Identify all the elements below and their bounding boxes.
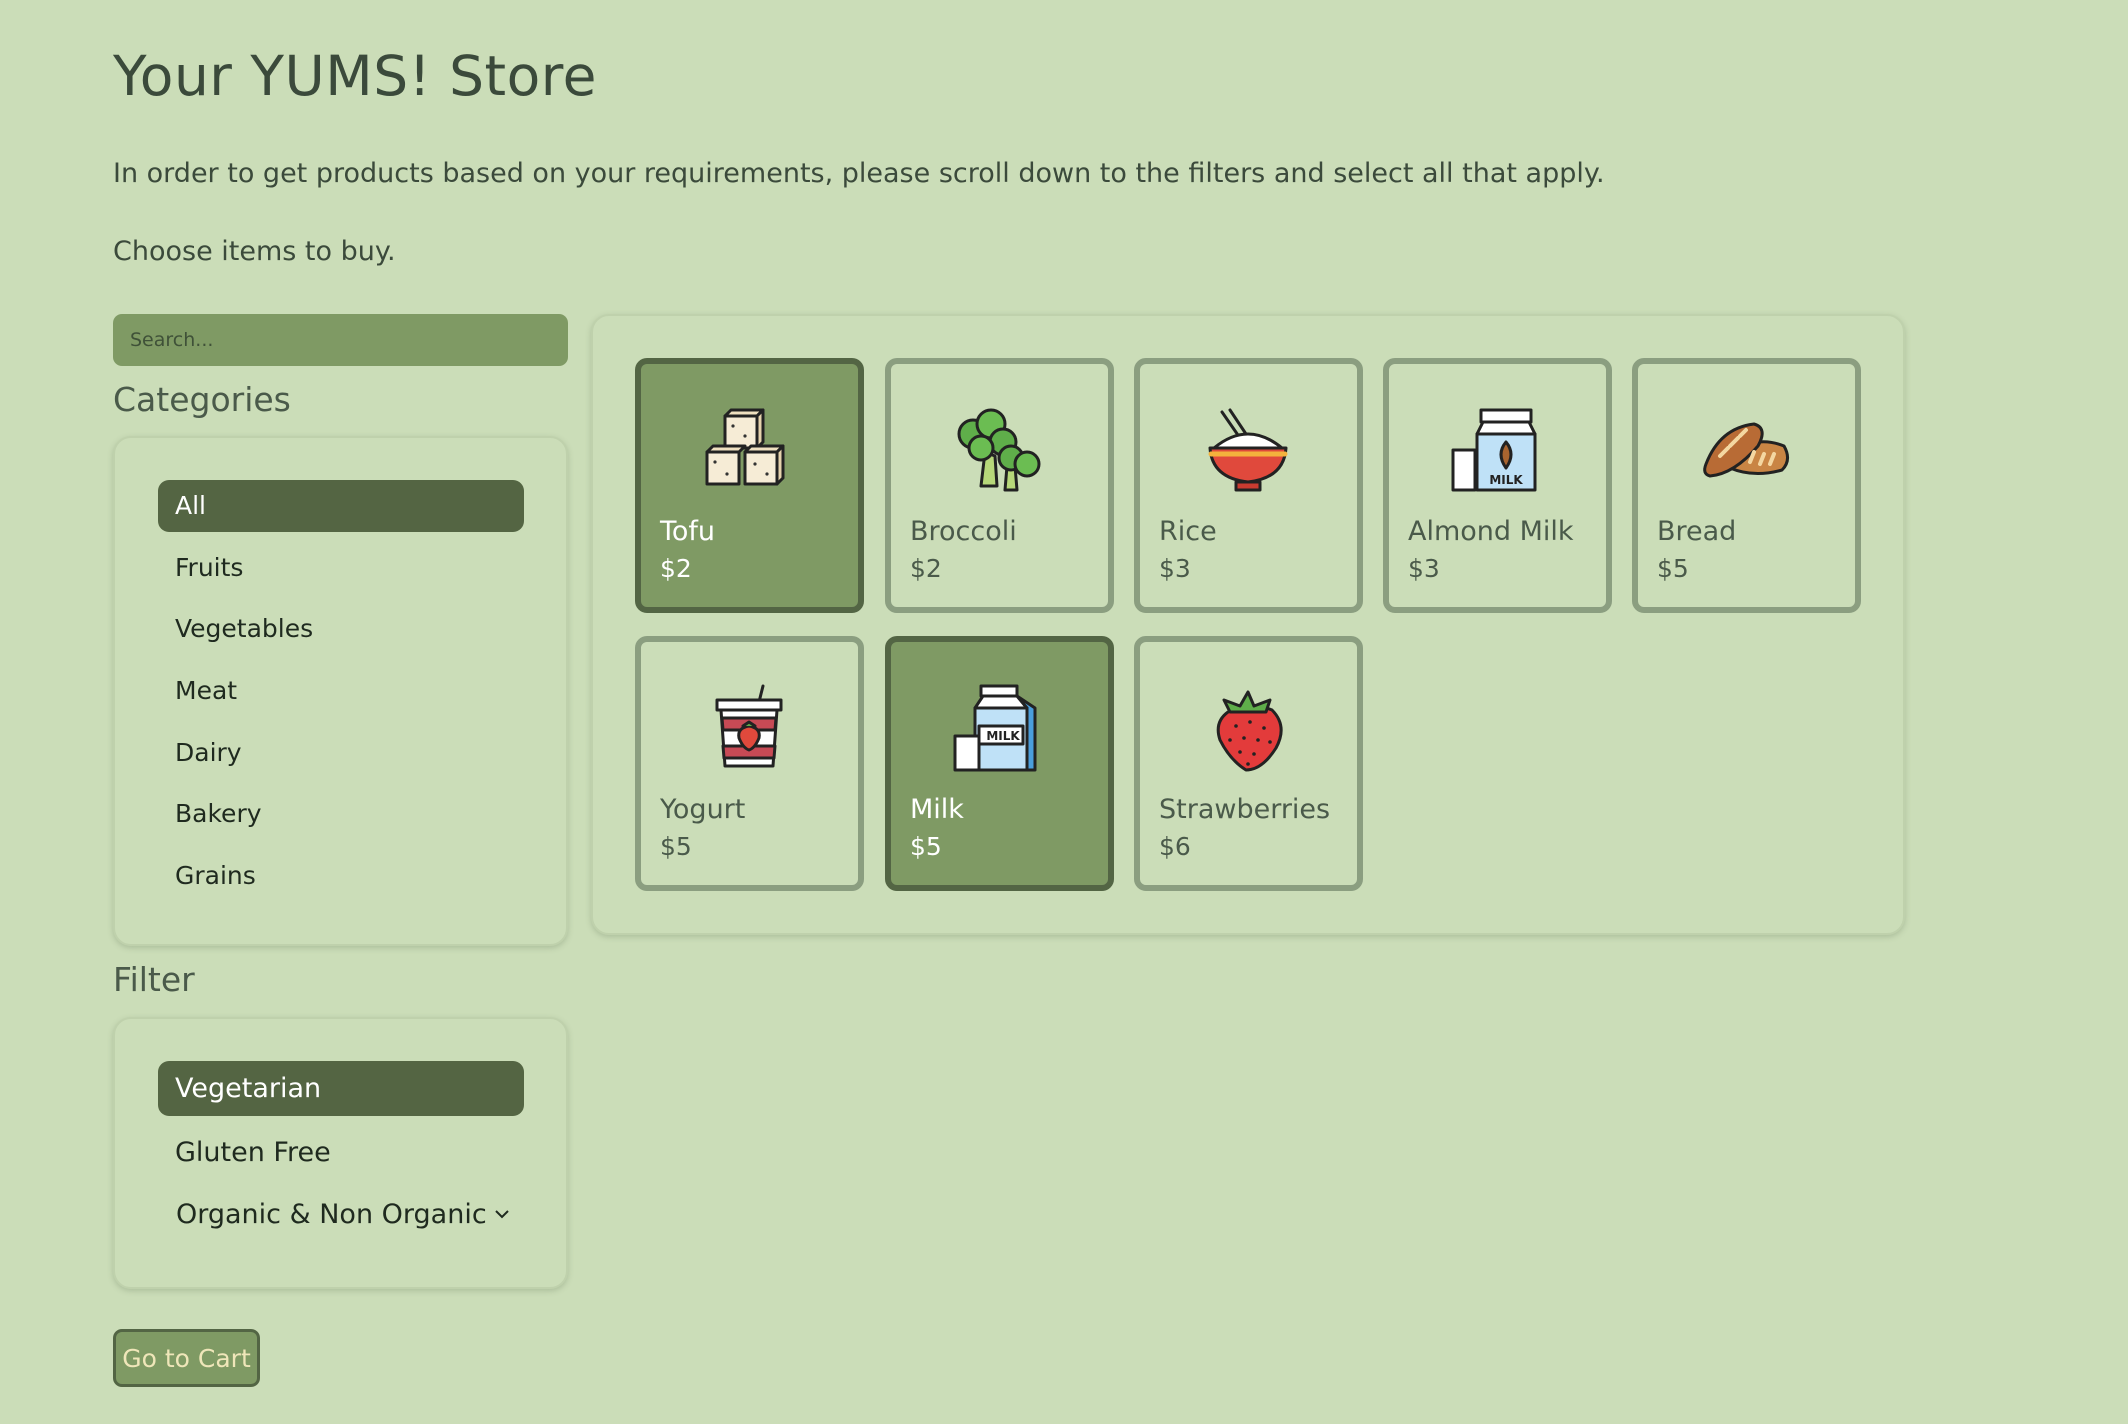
product-price: $3: [1408, 554, 1440, 583]
product-card-rice[interactable]: Rice $3: [1134, 358, 1363, 613]
product-price: $2: [660, 554, 692, 583]
chevron-down-icon: [495, 1210, 509, 1219]
choose-text: Choose items to buy.: [113, 236, 396, 267]
category-item-meat[interactable]: Meat: [158, 665, 524, 717]
product-name: Broccoli: [910, 516, 1017, 547]
organic-select[interactable]: Organic & Non Organic: [162, 1189, 512, 1239]
product-price: $3: [1159, 554, 1191, 583]
go-to-cart-button[interactable]: Go to Cart: [113, 1329, 260, 1387]
svg-text:MILK: MILK: [1489, 473, 1523, 487]
product-card-milk[interactable]: MILK Milk $5: [885, 636, 1114, 891]
intro-text: In order to get products based on your r…: [113, 158, 1605, 189]
store-page: Your YUMS! Store In order to get product…: [113, 0, 2013, 1424]
rice-bowl-icon: [1208, 408, 1288, 492]
product-price: $5: [660, 832, 692, 861]
categories-panel: All Fruits Vegetables Meat Dairy Bakery …: [113, 436, 568, 946]
product-card-strawberries[interactable]: Strawberries $6: [1134, 636, 1363, 891]
category-item-fruits[interactable]: Fruits: [158, 542, 524, 594]
product-card-yogurt[interactable]: Yogurt $5: [635, 636, 864, 891]
bread-icon: [1703, 422, 1789, 478]
product-card-tofu[interactable]: Tofu $2: [635, 358, 864, 613]
almond-milk-icon: MILK: [1451, 408, 1537, 492]
category-item-dairy[interactable]: Dairy: [158, 727, 524, 779]
product-card-broccoli[interactable]: Broccoli $2: [885, 358, 1114, 613]
category-item-bakery[interactable]: Bakery: [158, 788, 524, 840]
product-price: $2: [910, 554, 942, 583]
yogurt-icon: [715, 684, 783, 768]
search-input[interactable]: [113, 314, 568, 366]
product-price: $5: [910, 832, 942, 861]
strawberry-icon: [1216, 690, 1283, 772]
product-card-almond-milk[interactable]: MILK Almond Milk $3: [1383, 358, 1612, 613]
category-item-grains[interactable]: Grains: [158, 850, 524, 902]
product-name: Tofu: [660, 516, 716, 547]
page-title: Your YUMS! Store: [113, 44, 598, 108]
category-item-vegetables[interactable]: Vegetables: [158, 603, 524, 655]
broccoli-icon: [957, 408, 1041, 492]
filter-item-vegetarian[interactable]: Vegetarian: [158, 1061, 524, 1116]
product-card-bread[interactable]: Bread $5: [1632, 358, 1861, 613]
product-name: Strawberries: [1159, 794, 1331, 825]
product-name: Milk: [910, 794, 964, 825]
categories-title: Categories: [113, 380, 291, 419]
product-price: $5: [1657, 554, 1689, 583]
filter-title: Filter: [113, 960, 195, 999]
tofu-icon: [705, 408, 785, 486]
product-name: Bread: [1657, 516, 1737, 547]
product-name: Yogurt: [660, 794, 746, 825]
organic-select-value: Organic & Non Organic: [176, 1198, 487, 1230]
product-grid: Tofu $2 Broccoli $2 Rice $3 MILK Almond …: [591, 314, 1905, 935]
filter-item-gluten-free[interactable]: Gluten Free: [158, 1125, 524, 1180]
product-name: Almond Milk: [1408, 516, 1574, 547]
svg-text:MILK: MILK: [986, 729, 1020, 743]
product-price: $6: [1159, 832, 1191, 861]
product-name: Rice: [1159, 516, 1217, 547]
filter-panel: Vegetarian Gluten Free Organic & Non Org…: [113, 1017, 568, 1289]
milk-carton-icon: MILK: [953, 684, 1037, 772]
category-item-all[interactable]: All: [158, 480, 524, 532]
